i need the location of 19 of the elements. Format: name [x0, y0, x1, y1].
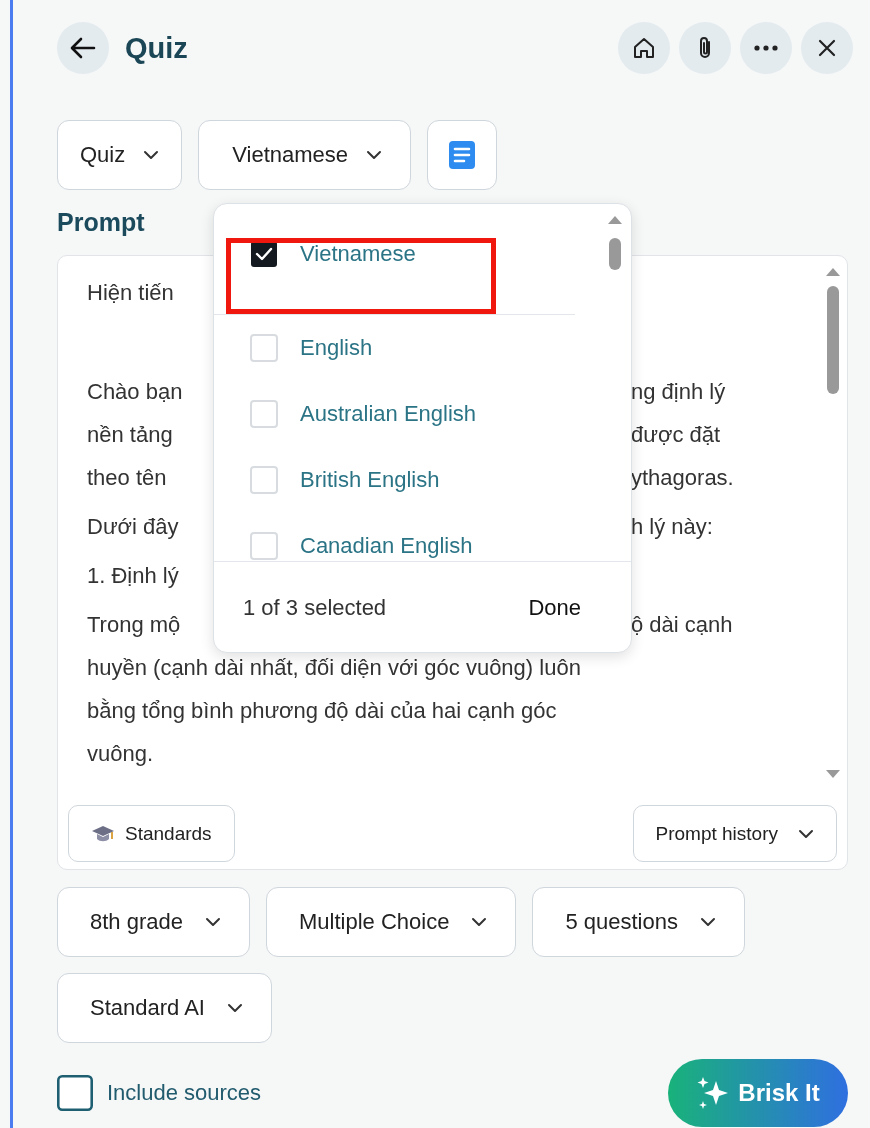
prompt-text: theo tên — [87, 464, 167, 490]
prompt-text: Chào bạn — [87, 378, 183, 404]
prompt-text: Dưới đây — [87, 513, 179, 539]
prompt-text: ộ dài cạnh — [631, 611, 733, 638]
prompt-text: ng định lý — [631, 378, 726, 405]
prompt-text: được đặt — [631, 421, 721, 448]
checkbox-label: Include sources — [107, 1080, 262, 1106]
prompt-text: h lý này: — [631, 513, 713, 540]
prompt-text: nền tảng — [87, 421, 173, 447]
prompt-text: Hiện tiến — [87, 279, 174, 305]
prompt-text: ythagoras. — [631, 464, 734, 491]
section-label: Prompt — [57, 208, 145, 238]
prompt-text: huyền (cạnh dài nhất, đối diện với góc vuông) luôn — [87, 654, 581, 680]
prompt-text: Trong mộ — [87, 611, 181, 637]
prompt-text: bằng tổng bình phương độ dài của hai cạnh góc — [87, 697, 557, 723]
prompt-text: vuông. — [87, 740, 154, 766]
selection-count: 1 of 3 selected — [243, 594, 387, 621]
page-title: Quiz — [125, 31, 188, 65]
prompt-text: 1. Định lý — [87, 562, 179, 588]
